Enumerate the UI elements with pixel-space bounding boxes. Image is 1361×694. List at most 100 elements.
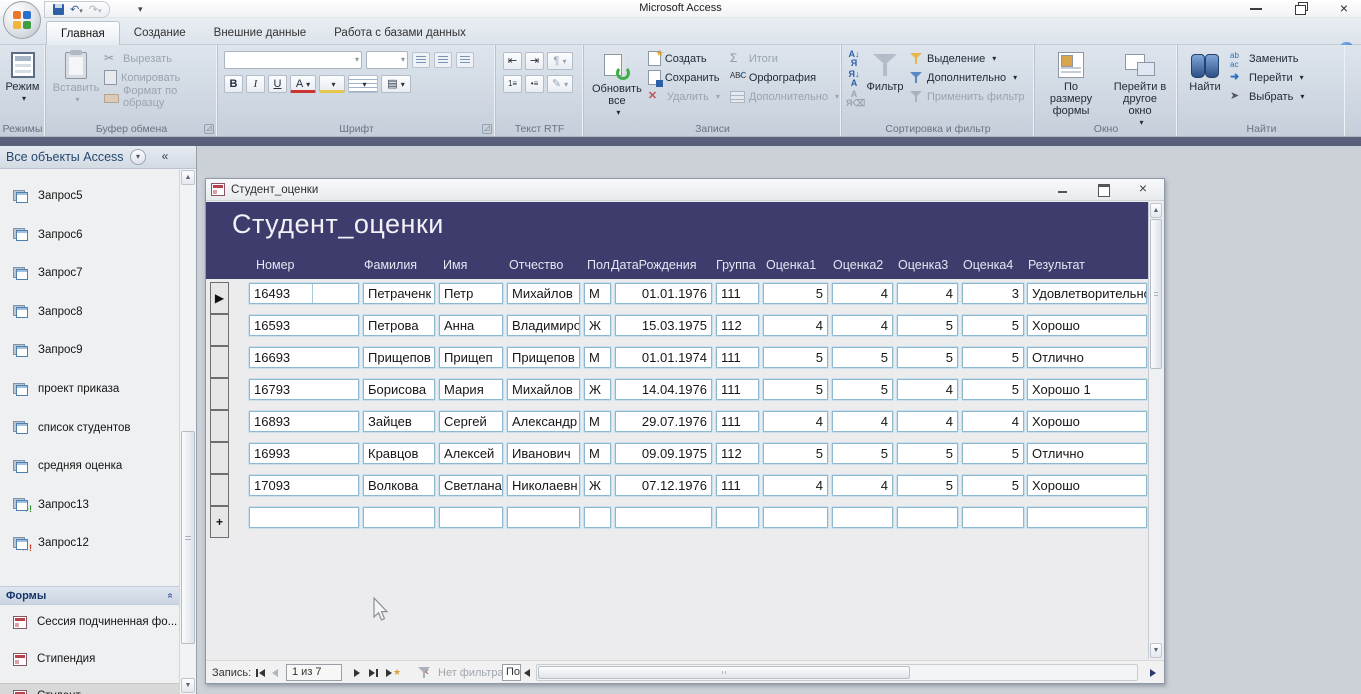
cell-r7-c8[interactable]: 4 [763, 475, 828, 496]
last-record-button[interactable] [369, 661, 378, 684]
nav-pane-scrollbar[interactable]: ▲ ▼ [179, 169, 196, 694]
form-minimize-button[interactable] [1056, 182, 1070, 196]
tab-rabota-s-bazami[interactable]: Работа с базами данных [320, 21, 480, 45]
app-restore-button[interactable] [1293, 1, 1307, 15]
scroll-down-icon[interactable]: ▼ [181, 678, 195, 693]
selection-button[interactable]: Выделение [908, 49, 1027, 68]
cell-r7-c5[interactable]: Ж [584, 475, 611, 496]
format-painter-button[interactable]: Формат по образцу [102, 87, 213, 106]
cell-r2-c1[interactable]: 16593 [249, 315, 359, 336]
scroll-right-icon[interactable] [1150, 661, 1156, 684]
cell-r1-c12[interactable]: Удовлетворительно [1027, 283, 1147, 304]
toggle-filter-button[interactable]: Применить фильтр [908, 87, 1027, 106]
cell-r4-c7[interactable]: 111 [716, 379, 759, 400]
cell-r3-c3[interactable]: Прищеп [439, 347, 503, 368]
previous-record-button[interactable] [272, 661, 278, 684]
cell-r2-c7[interactable]: 112 [716, 315, 759, 336]
cell-r3-c9[interactable]: 5 [832, 347, 893, 368]
cell-r5-c10[interactable]: 4 [897, 411, 958, 432]
cell-r7-c11[interactable]: 5 [962, 475, 1024, 496]
cell-r2-c2[interactable]: Петрова [363, 315, 435, 336]
cell-r6-c6[interactable]: 09.09.1975 [615, 443, 712, 464]
cell-r4-c4[interactable]: Михайлов [507, 379, 580, 400]
clear-sort-icon[interactable]: АЯ⌫ [846, 90, 862, 108]
cell-r6-c7[interactable]: 112 [716, 443, 759, 464]
cell-r1-c4[interactable]: Михайлов [507, 283, 580, 304]
form-vertical-scrollbar[interactable]: ▲ ▼ [1148, 202, 1163, 659]
new-record-cell[interactable] [507, 507, 580, 528]
view-button[interactable]: Режим [4, 49, 41, 108]
form-hscroll-thumb[interactable] [538, 666, 910, 679]
tab-vneshnie-dannye[interactable]: Внешние данные [200, 21, 320, 45]
cell-r1-c1[interactable]: 16493 [249, 283, 359, 304]
cell-r1-c5[interactable]: М [584, 283, 611, 304]
cell-r2-c5[interactable]: Ж [584, 315, 611, 336]
cell-r3-c1[interactable]: 16693 [249, 347, 359, 368]
nav-item-1[interactable]: Запрос5 [0, 184, 179, 208]
goto-button[interactable]: ➜ Перейти [1228, 68, 1306, 87]
record-selector[interactable] [210, 314, 229, 346]
cell-r2-c9[interactable]: 4 [832, 315, 893, 336]
form-scroll-down-icon[interactable]: ▼ [1150, 643, 1162, 658]
cell-r3-c5[interactable]: М [584, 347, 611, 368]
nav-pane-menu-icon[interactable]: ▾ [130, 149, 146, 165]
cell-r1-c9[interactable]: 4 [832, 283, 893, 304]
cell-r2-c6[interactable]: 15.03.1975 [615, 315, 712, 336]
cell-r1-c6[interactable]: 01.01.1976 [615, 283, 712, 304]
new-record-cell[interactable] [363, 507, 435, 528]
font-size-combobox[interactable] [366, 51, 408, 69]
new-record-cell[interactable] [249, 507, 359, 528]
select-button[interactable]: ➤ Выбрать [1228, 87, 1306, 106]
cell-r6-c5[interactable]: М [584, 443, 611, 464]
cell-r5-c3[interactable]: Сергей [439, 411, 503, 432]
align-center-icon[interactable] [434, 52, 452, 68]
cell-r3-c10[interactable]: 5 [897, 347, 958, 368]
record-selector[interactable] [210, 346, 229, 378]
clipboard-dialog-launcher[interactable]: ◿ [204, 124, 214, 134]
next-record-button[interactable] [354, 661, 360, 684]
cell-r6-c3[interactable]: Алексей [439, 443, 503, 464]
cell-r7-c9[interactable]: 4 [832, 475, 893, 496]
record-selector[interactable] [210, 410, 229, 442]
save-record-button[interactable]: Сохранить [646, 68, 722, 87]
nav-form-item-2[interactable]: Стипендия [0, 646, 179, 672]
new-record-button-nav[interactable]: ★ [386, 661, 401, 684]
more-records-button[interactable]: Дополнительно [728, 87, 841, 106]
nav-pane-header[interactable]: Все объекты Access ▾ « [0, 146, 196, 169]
app-close-button[interactable]: × [1337, 1, 1351, 15]
cell-r1-c11[interactable]: 3 [962, 283, 1024, 304]
switch-windows-button[interactable]: Перейти в другое окно [1107, 49, 1173, 132]
cell-r7-c10[interactable]: 5 [897, 475, 958, 496]
cell-r3-c2[interactable]: Прищепов [363, 347, 435, 368]
cell-r7-c7[interactable]: 111 [716, 475, 759, 496]
nav-pane-collapse-icon[interactable]: « [156, 148, 174, 166]
spelling-button[interactable]: ABC✓ Орфография [728, 68, 841, 87]
cell-r4-c6[interactable]: 14.04.1976 [615, 379, 712, 400]
nav-item-6[interactable]: проект приказа [0, 377, 179, 401]
redo-icon[interactable]: ↷▾ [89, 3, 102, 16]
cell-r7-c6[interactable]: 07.12.1976 [615, 475, 712, 496]
new-record-cell[interactable] [439, 507, 503, 528]
cell-r3-c12[interactable]: Отлично [1027, 347, 1147, 368]
first-record-button[interactable] [256, 661, 265, 684]
paste-button[interactable]: Вставить [50, 49, 102, 109]
cell-r1-c3[interactable]: Петр [439, 283, 503, 304]
form-maximize-button[interactable] [1096, 182, 1110, 196]
cell-r6-c1[interactable]: 16993 [249, 443, 359, 464]
undo-icon[interactable]: ↶▾ [70, 3, 83, 16]
record-selector-new[interactable]: + [210, 506, 229, 538]
save-icon[interactable] [53, 4, 64, 15]
form-horizontal-scrollbar[interactable] [536, 664, 1138, 681]
align-right-icon[interactable] [456, 52, 474, 68]
cell-r4-c1[interactable]: 16793 [249, 379, 359, 400]
cell-r7-c12[interactable]: Хорошо [1027, 475, 1147, 496]
cell-r6-c4[interactable]: Иванович [507, 443, 580, 464]
nav-item-7[interactable]: список студентов [0, 416, 179, 440]
cell-r5-c11[interactable]: 4 [962, 411, 1024, 432]
cell-r3-c11[interactable]: 5 [962, 347, 1024, 368]
app-minimize-button[interactable] [1249, 1, 1263, 15]
cell-r2-c10[interactable]: 5 [897, 315, 958, 336]
record-selector-current[interactable]: ▶ [210, 282, 229, 314]
cell-r4-c11[interactable]: 5 [962, 379, 1024, 400]
cell-r4-c3[interactable]: Мария [439, 379, 503, 400]
